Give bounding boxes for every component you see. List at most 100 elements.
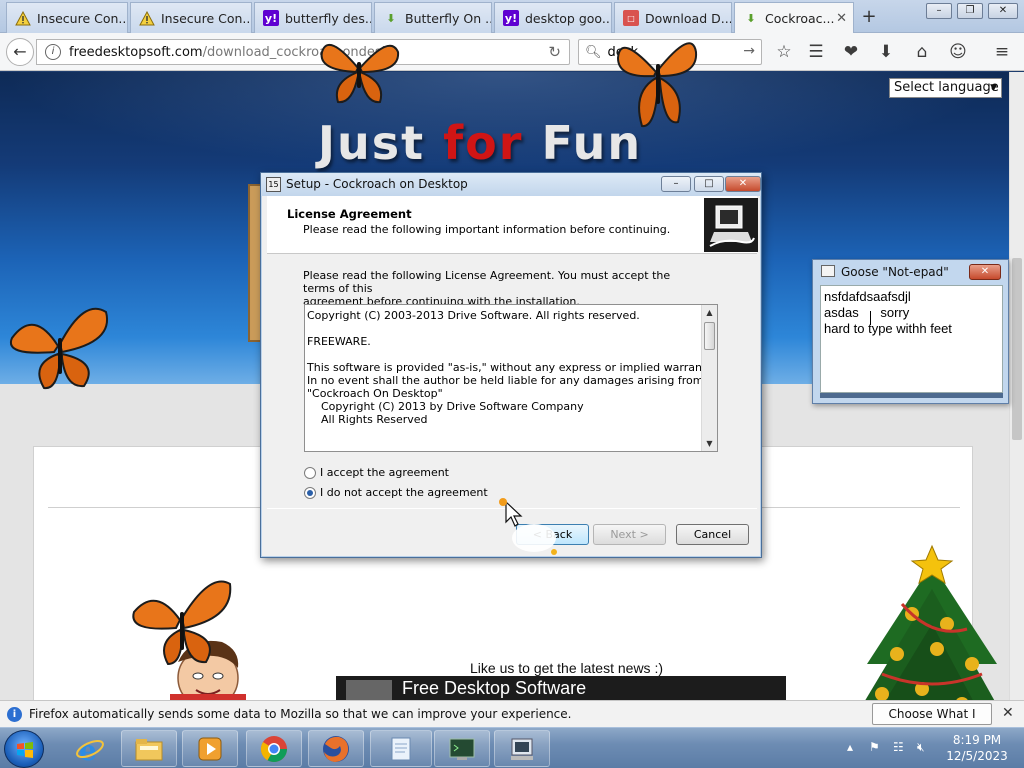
license-line: "Cockroach On Desktop" [307,387,443,400]
start-button[interactable] [4,730,44,768]
license-line: This software is provided "as-is," witho… [307,361,715,374]
installer-icon: 15 [266,177,281,192]
scroll-up-icon[interactable]: ▲ [702,305,717,320]
taskbar-chrome[interactable] [246,730,302,767]
network-icon[interactable]: ☷ [893,740,904,754]
like-us-text: Like us to get the latest news :) [470,660,663,676]
tab-label: Insecure Con... [161,10,252,26]
file-explorer-icon [135,738,163,760]
taskbar-media-player[interactable] [182,730,238,767]
computer-icon [704,198,758,252]
yahoo-icon: y! [503,10,519,26]
search-icon: 🔍︎ [585,44,602,60]
home-icon[interactable]: ⌂ [910,40,934,64]
dialog-titlebar[interactable]: 15 Setup - Cockroach on Desktop – □ ✕ [261,173,761,196]
language-select[interactable]: Select language ▼ [889,78,1002,98]
license-line: All Rights Reserved [307,413,428,426]
notification-message: Firefox automatically sends some data to… [29,707,572,721]
page-scrollbar[interactable] [1009,72,1024,700]
taskbar-terminal[interactable] [434,730,490,767]
dialog-title: Setup - Cockroach on Desktop [286,177,468,191]
goose-notepad-window: Goose "Not-epad" ✕ nsfdafdsaafsdjl asdas … [812,259,1009,404]
cancel-button[interactable]: Cancel [676,524,749,545]
taskbar-clock[interactable]: 8:19 PM 12/5/2023 [944,732,1010,764]
scroll-down-icon[interactable]: ▼ [702,436,717,451]
search-go-icon[interactable]: → [743,43,755,59]
terminal-icon [449,738,475,760]
new-tab-button[interactable]: + [858,6,880,27]
taskbar-setup-installer[interactable] [494,730,550,767]
site-info-icon[interactable]: i [45,44,61,60]
license-intro-text: Please read the following License Agreem… [303,269,671,308]
license-line [307,348,699,361]
pocket-icon[interactable]: ❤︎ [839,40,863,64]
tab-label: Insecure Con... [37,10,128,26]
svg-text:e: e [79,734,97,764]
bookmark-star-icon[interactable]: ☆ [772,40,796,64]
reading-list-icon[interactable]: ☰ [804,40,828,64]
scrollbar-thumb[interactable] [1012,258,1022,440]
wizard-page-subtitle: Please read the following important info… [303,223,671,236]
tab-desktop-goose[interactable]: y! desktop goo... [494,2,612,33]
dropdown-arrow-icon: ▼ [990,83,997,93]
show-hidden-icons[interactable]: ▴ [847,740,853,754]
taskbar-internet-explorer[interactable]: e [62,730,118,767]
taskbar-file-explorer[interactable] [121,730,177,767]
info-icon: i [7,707,22,722]
license-scrollbar[interactable]: ▲ ▼ [701,305,717,451]
wizard-page-title: License Agreement [287,207,412,221]
windows-taskbar: e ▴ ⚑ ☷ 🔇︎ 8:19 PM 12/5/2023 [0,727,1024,768]
radio-button-accept[interactable] [304,466,316,479]
tab-close-icon[interactable]: ✕ [836,11,847,26]
firefox-icon [323,735,349,762]
radio-button-decline[interactable] [304,486,316,499]
window-restore-button[interactable]: ❐ [957,3,983,19]
license-line [307,322,699,335]
notification-close-icon[interactable]: ✕ [1002,705,1014,721]
back-arrow-icon: ← [13,42,27,61]
chrome-icon [260,735,288,762]
accept-agreement-radio[interactable]: I accept the agreement [304,466,449,479]
license-line: Copyright (C) 2003-2013 Drive Software. … [307,309,640,322]
volume-icon[interactable]: 🔇︎ [917,740,925,755]
license-line: In no event shall the author be held lia… [307,374,718,387]
license-line: Copyright (C) 2013 by Drive Software Com… [307,400,584,413]
feedback-icon[interactable]: ☺ [946,40,970,64]
notepad-line: asdas sorry [824,305,910,320]
back-button[interactable]: ← [6,38,34,66]
tab-cockroach-active[interactable]: ⬇ Cockroac... ✕ [734,2,854,34]
window-minimize-button[interactable]: – [926,3,952,19]
dialog-minimize-button[interactable]: – [661,176,691,192]
choose-what-i-share-button[interactable]: Choose What I Share [872,703,992,741]
notepad-icon [821,265,835,277]
notepad-icon [391,737,411,760]
hamburger-menu-icon[interactable]: ≡ [990,40,1014,64]
media-player-icon [198,737,222,760]
notepad-text-area[interactable]: nsfdafdsaafsdjl asdas sorry hard to type w… [820,285,1003,393]
butterfly-image [320,43,400,104]
scrollbar-thumb[interactable] [704,322,715,350]
taskbar-notepad[interactable] [370,730,432,767]
downloads-icon[interactable]: ⬇ [874,40,898,64]
tab-butterfly-desktop[interactable]: y! butterfly des... [254,2,372,33]
action-center-icon[interactable]: ⚑ [869,740,880,754]
decline-agreement-radio[interactable]: I do not accept the agreement [304,486,488,499]
reload-icon[interactable]: ↻ [548,43,561,61]
notepad-line: hard to type withh feet [824,321,952,336]
download-arrow-icon: ⬇ [746,12,756,25]
window-close-button[interactable]: ✕ [988,3,1018,19]
notepad-close-button[interactable]: ✕ [969,264,1001,280]
video-banner[interactable]: Free Desktop Software [336,676,786,700]
license-text-box[interactable]: Copyright (C) 2003-2013 Drive Software. … [304,304,718,452]
warning-icon [139,10,155,26]
dialog-close-button[interactable]: ✕ [725,176,761,192]
tab-butterfly-on[interactable]: ⬇ Butterfly On ... [374,2,492,33]
tab-insecure-connection-1[interactable]: Insecure Con... [6,2,128,33]
dialog-maximize-button[interactable]: □ [694,176,724,192]
url-bar[interactable]: i freedesktopsoft.com/download_cockroach… [36,39,570,65]
tab-insecure-connection-2[interactable]: Insecure Con... [130,2,252,33]
next-button[interactable]: Next > [593,524,666,545]
taskbar-firefox[interactable] [308,730,364,767]
site-title: Just for Fun [317,116,643,170]
system-tray: ▴ ⚑ ☷ 🔇︎ 8:19 PM 12/5/2023 [843,728,1024,768]
